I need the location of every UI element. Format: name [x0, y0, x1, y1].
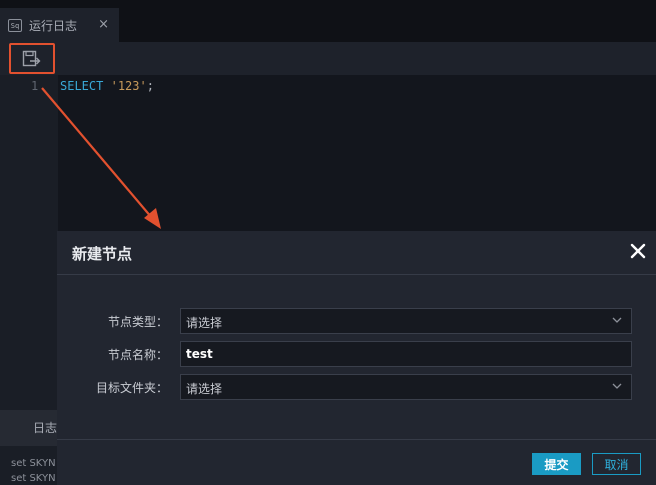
node-name-label: 节点名称：	[107, 348, 168, 362]
target-folder-label: 目标文件夹：	[95, 381, 168, 395]
close-icon[interactable]	[629, 242, 647, 260]
target-folder-value: 请选择	[186, 382, 223, 396]
target-folder-select[interactable]: 请选择	[180, 374, 632, 400]
tab-log[interactable]: 日志	[0, 410, 58, 446]
form-row-node-type: 节点类型： 请选择	[57, 308, 656, 334]
tab-run-log[interactable]: Sq 运行日志 ×	[0, 8, 119, 42]
tab-label: 运行日志	[29, 18, 78, 33]
chevron-down-icon	[612, 383, 622, 389]
node-type-select[interactable]: 请选择	[180, 308, 632, 334]
submit-button[interactable]: 提交	[532, 453, 581, 475]
dialog-header: 新建节点	[57, 231, 656, 275]
sql-terminator: ;	[146, 79, 154, 93]
cancel-button[interactable]: 取消	[592, 453, 641, 475]
line-number: 1	[31, 79, 39, 93]
form-row-node-name: 节点名称： test	[57, 341, 656, 367]
sql-file-icon: Sq	[8, 18, 22, 32]
code-line: SELECT '123';	[60, 79, 154, 93]
line-gutter	[0, 75, 58, 410]
dialog-footer: 提交 取消	[57, 439, 656, 485]
log-line: set SKYN	[11, 458, 56, 469]
editor-toolbar	[0, 42, 656, 75]
tab-close-icon[interactable]: ×	[98, 17, 109, 32]
new-node-dialog: 新建节点 节点类型： 请选择 节点名称： test 目标文件夹： 请选择 提交 …	[57, 231, 656, 485]
node-type-label: 节点类型：	[107, 315, 168, 329]
node-type-value: 请选择	[186, 316, 223, 330]
chevron-down-icon	[612, 317, 622, 323]
sql-string: '123'	[110, 79, 147, 93]
log-line: set SKYN	[11, 473, 56, 484]
node-name-input[interactable]: test	[180, 341, 632, 367]
dialog-title: 新建节点	[72, 245, 133, 263]
node-name-value: test	[186, 347, 213, 361]
save-to-node-icon	[22, 50, 41, 67]
sql-keyword: SELECT	[60, 79, 104, 93]
form-row-target-folder: 目标文件夹： 请选择	[57, 374, 656, 400]
save-to-node-button[interactable]	[9, 43, 55, 74]
